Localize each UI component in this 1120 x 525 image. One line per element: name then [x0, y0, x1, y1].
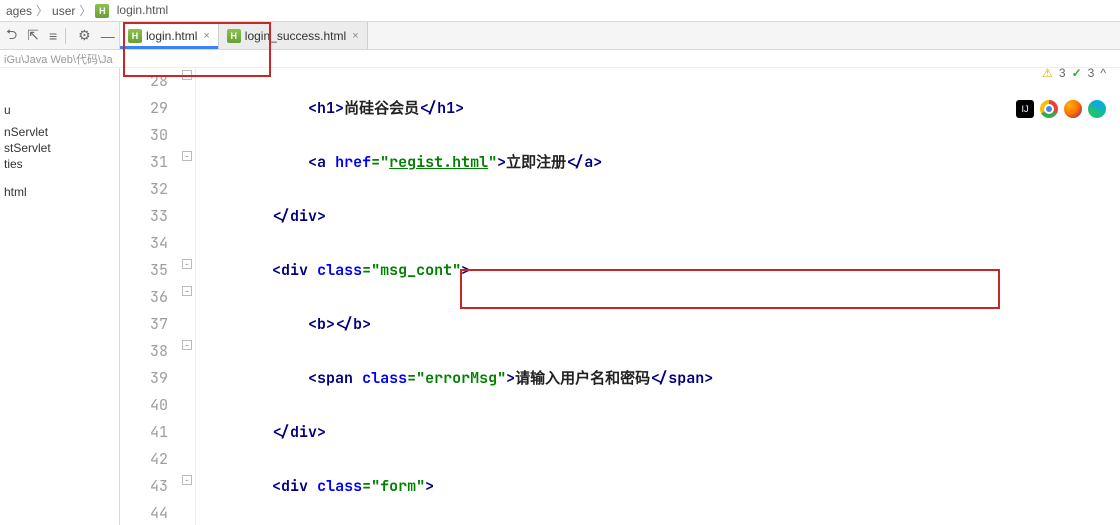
editor-tabs: login.html × login_success.html ×	[120, 22, 368, 49]
line-number: 41	[120, 419, 168, 446]
line-number: 30	[120, 122, 168, 149]
intellij-icon[interactable]: IJ	[1016, 100, 1034, 118]
line-number: 42	[120, 446, 168, 473]
project-toolbar: ⮌ ⇱ ≡ ⚙ —	[0, 22, 120, 49]
tab-label: login.html	[146, 29, 197, 43]
line-number: 32	[120, 176, 168, 203]
chevron-icon[interactable]: ^	[1100, 66, 1106, 80]
line-number: 31	[120, 149, 168, 176]
html-file-icon	[95, 4, 109, 18]
fold-gutter[interactable]: - - - - - -	[180, 68, 196, 525]
chrome-icon[interactable]	[1040, 100, 1058, 118]
warning-icon: ⚠	[1042, 66, 1053, 80]
line-number: 37	[120, 311, 168, 338]
fold-marker-icon[interactable]: -	[182, 340, 192, 350]
fold-marker-icon[interactable]: -	[182, 151, 192, 161]
breadcrumb-seg[interactable]: ages	[6, 4, 32, 18]
breadcrumb-file[interactable]: login.html	[95, 3, 168, 18]
code-area[interactable]: <h1>尚硅谷会员</h1> <a href="regist.html">立即注…	[196, 68, 1120, 525]
html-file-icon	[128, 29, 142, 43]
inspections-widget[interactable]: ⚠ 3 ✓ 3 ^	[1042, 66, 1106, 80]
fold-marker-icon[interactable]: -	[182, 475, 192, 485]
ok-count: 3	[1088, 66, 1095, 80]
fold-marker-icon[interactable]: -	[182, 70, 192, 80]
line-number: 40	[120, 392, 168, 419]
line-number: 35	[120, 257, 168, 284]
chevron-right-icon: 〉	[36, 2, 48, 19]
list-item[interactable]: html	[4, 184, 115, 200]
tool-icon[interactable]: ≡	[47, 26, 59, 46]
line-number: 28	[120, 68, 168, 95]
tab-label: login_success.html	[245, 29, 346, 43]
line-number: 29	[120, 95, 168, 122]
line-number: 44	[120, 500, 168, 525]
html-file-icon	[227, 29, 241, 43]
chevron-right-icon: 〉	[79, 2, 91, 19]
firefox-icon[interactable]	[1064, 100, 1082, 118]
list-item[interactable]: u	[4, 102, 115, 118]
gear-icon[interactable]: ⚙	[76, 25, 93, 46]
code-editor[interactable]: 2829303132333435363738394041424344 - - -…	[120, 68, 1120, 525]
breadcrumb-seg[interactable]: user	[52, 4, 75, 18]
line-number: 34	[120, 230, 168, 257]
edge-icon[interactable]	[1088, 100, 1106, 118]
line-number: 36	[120, 284, 168, 311]
list-item[interactable]: ties	[4, 156, 115, 172]
line-number: 39	[120, 365, 168, 392]
browser-launch-bar: IJ	[1016, 100, 1106, 118]
line-number-gutter: 2829303132333435363738394041424344	[120, 68, 180, 525]
breadcrumb[interactable]: ages 〉 user 〉 login.html	[0, 0, 1120, 22]
tool-icon[interactable]: ⮌	[4, 22, 19, 50]
line-number: 43	[120, 473, 168, 500]
warning-count: 3	[1059, 66, 1066, 80]
fold-marker-icon[interactable]: -	[182, 259, 192, 269]
close-icon[interactable]: ×	[352, 30, 358, 42]
line-number: 38	[120, 338, 168, 365]
tab-bar-row: ⮌ ⇱ ≡ ⚙ — login.html × login_success.htm…	[0, 22, 1120, 50]
list-item[interactable]: nServlet	[4, 124, 115, 140]
tool-icon[interactable]: ⇱	[25, 25, 41, 46]
path-strip: iGu\Java Web\代码\Ja	[0, 50, 1120, 68]
main-area: u nServlet stServlet ties html 282930313…	[0, 68, 1120, 525]
tab-login-success-html[interactable]: login_success.html ×	[219, 22, 368, 49]
project-panel[interactable]: u nServlet stServlet ties html	[0, 68, 120, 525]
tab-login-html[interactable]: login.html ×	[120, 22, 219, 49]
close-icon[interactable]: ×	[203, 30, 209, 42]
collapse-icon[interactable]: —	[99, 26, 117, 46]
check-icon: ✓	[1072, 66, 1082, 80]
list-item[interactable]: stServlet	[4, 140, 115, 156]
fold-marker-icon[interactable]: -	[182, 286, 192, 296]
line-number: 33	[120, 203, 168, 230]
